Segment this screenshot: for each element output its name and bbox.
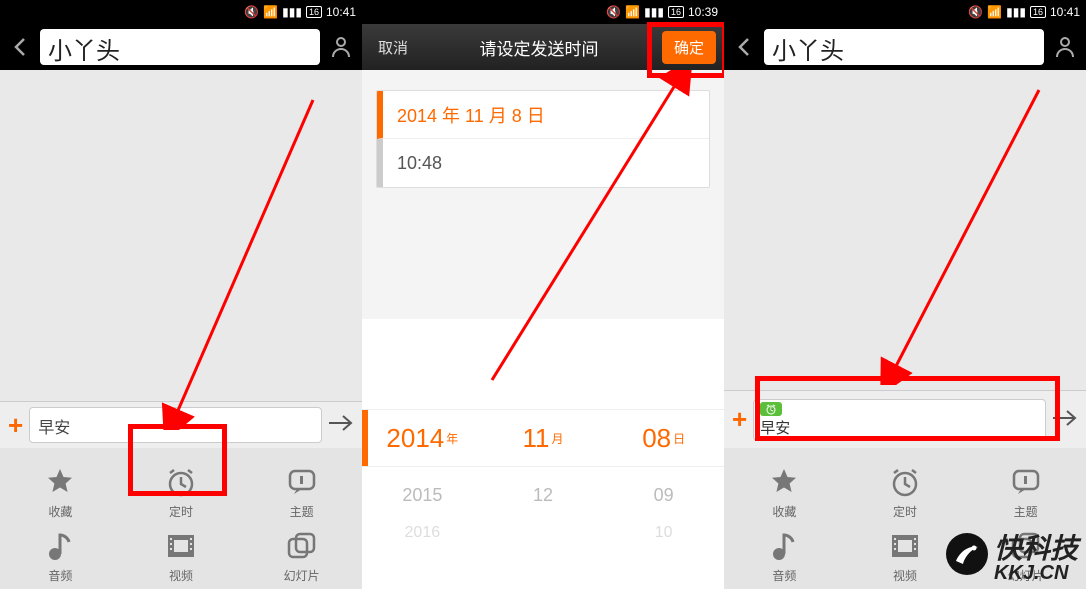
- music-note-icon: [767, 529, 801, 563]
- status-time: 10:41: [326, 5, 356, 19]
- date-wheel[interactable]: 2014年 2015 2016 11月 12 08日 09 10: [362, 319, 724, 589]
- chat-header: 小丫头: [0, 24, 362, 70]
- grid-label: 定时: [169, 503, 193, 520]
- back-button[interactable]: [730, 27, 758, 67]
- grid-label: 视频: [893, 567, 917, 584]
- grid-theme[interactable]: 主题: [965, 460, 1086, 524]
- scheduled-badge: [760, 402, 782, 416]
- wifi-icon: 📶: [625, 5, 640, 19]
- plus-icon: +: [8, 410, 23, 440]
- message-input-value: 早安: [760, 417, 1039, 438]
- chevron-left-icon: [13, 37, 27, 57]
- watermark: 快科技 KKJ.CN: [944, 531, 1078, 587]
- attach-grid: 收藏 定时 主题 音频 视频 幻灯片: [0, 448, 362, 589]
- grid-label: 收藏: [48, 503, 72, 520]
- battery-icon: 16: [306, 6, 322, 18]
- signal-icon: ▮▮▮: [644, 5, 664, 19]
- message-input-scheduled[interactable]: 早安: [753, 399, 1046, 441]
- status-time: 10:41: [1050, 5, 1080, 19]
- wheel-year-column[interactable]: 2014年 2015 2016: [362, 319, 483, 589]
- contact-info-button[interactable]: [326, 27, 356, 67]
- send-button[interactable]: [1052, 407, 1078, 433]
- grid-label: 音频: [48, 567, 72, 584]
- grid-label: 收藏: [772, 503, 796, 520]
- send-icon: [1052, 409, 1078, 427]
- signal-icon: ▮▮▮: [282, 5, 302, 19]
- selected-date-row[interactable]: 2014 年 11 月 8 日: [377, 91, 709, 139]
- person-icon: [1055, 36, 1075, 58]
- watermark-text-big: 快科技: [994, 535, 1078, 563]
- wheel-day-column[interactable]: 08日 09 10: [603, 319, 724, 589]
- star-icon: [767, 465, 801, 499]
- selected-time-row[interactable]: 10:48: [377, 139, 709, 187]
- signal-icon: ▮▮▮: [1006, 5, 1026, 19]
- film-icon: [164, 529, 198, 563]
- send-button[interactable]: [328, 412, 354, 438]
- back-button[interactable]: [6, 27, 34, 67]
- status-bar: 🔇 📶 ▮▮▮ 16 10:41: [0, 0, 362, 24]
- contact-name-field[interactable]: 小丫头: [764, 29, 1044, 65]
- contact-name-field[interactable]: 小丫头: [40, 29, 320, 65]
- grid-label: 定时: [893, 503, 917, 520]
- attach-button[interactable]: +: [732, 404, 747, 435]
- status-time: 10:39: [688, 5, 718, 19]
- grid-favorites[interactable]: 收藏: [0, 460, 121, 524]
- alarm-clock-icon: [164, 465, 198, 499]
- grid-label: 音频: [772, 567, 796, 584]
- grid-label: 幻灯片: [284, 567, 320, 584]
- attach-button[interactable]: +: [8, 410, 23, 441]
- contact-info-button[interactable]: [1050, 27, 1080, 67]
- confirm-button[interactable]: 确定: [662, 31, 716, 64]
- screen-3-chat-scheduled: 🔇 📶 ▮▮▮ 16 10:41 小丫头 + 早安: [724, 0, 1086, 589]
- mute-icon: 🔇: [606, 5, 621, 19]
- alarm-clock-icon: [888, 465, 922, 499]
- grid-favorites[interactable]: 收藏: [724, 460, 845, 524]
- grid-slides[interactable]: 幻灯片: [241, 524, 362, 588]
- chat-header: 小丫头: [724, 24, 1086, 70]
- chat-bubble-icon: [285, 465, 319, 499]
- send-icon: [328, 414, 354, 432]
- input-row: + 早安: [724, 390, 1086, 448]
- watermark-text-small: KKJ.CN: [994, 563, 1078, 583]
- screen-1-chat: 🔇 📶 ▮▮▮ 16 10:41 小丫头 + 早安 收藏: [0, 0, 362, 589]
- picker-title: 请设定发送时间: [480, 35, 599, 60]
- battery-icon: 16: [1030, 6, 1046, 18]
- mute-icon: 🔇: [968, 5, 983, 19]
- slideshow-icon: [285, 529, 319, 563]
- picker-header: 取消 请设定发送时间 确定: [362, 24, 724, 70]
- wifi-icon: 📶: [263, 5, 278, 19]
- status-bar: 🔇 📶 ▮▮▮ 16 10:39: [362, 0, 724, 24]
- plus-icon: +: [732, 404, 747, 434]
- grid-label: 主题: [290, 503, 314, 520]
- grid-theme[interactable]: 主题: [241, 460, 362, 524]
- chat-body[interactable]: [724, 70, 1086, 390]
- grid-label: 主题: [1014, 503, 1038, 520]
- watermark-logo-icon: [944, 531, 990, 587]
- grid-label: 视频: [169, 567, 193, 584]
- grid-video[interactable]: 视频: [121, 524, 242, 588]
- chat-body[interactable]: [0, 70, 362, 401]
- grid-audio[interactable]: 音频: [0, 524, 121, 588]
- music-note-icon: [43, 529, 77, 563]
- input-row: + 早安: [0, 401, 362, 448]
- battery-icon: 16: [668, 6, 684, 18]
- screen-2-datepicker: 🔇 📶 ▮▮▮ 16 10:39 取消 请设定发送时间 确定 2014 年 11…: [362, 0, 724, 589]
- grid-timer[interactable]: 定时: [121, 460, 242, 524]
- status-bar: 🔇 📶 ▮▮▮ 16 10:41: [724, 0, 1086, 24]
- message-input[interactable]: 早安: [29, 407, 322, 443]
- star-icon: [43, 465, 77, 499]
- cancel-button[interactable]: 取消: [370, 31, 416, 64]
- date-summary-card: 2014 年 11 月 8 日 10:48: [376, 90, 710, 188]
- mute-icon: 🔇: [244, 5, 259, 19]
- wheel-month-column[interactable]: 11月 12: [483, 319, 604, 589]
- grid-timer[interactable]: 定时: [845, 460, 966, 524]
- wifi-icon: 📶: [987, 5, 1002, 19]
- chat-bubble-icon: [1009, 465, 1043, 499]
- grid-audio[interactable]: 音频: [724, 524, 845, 588]
- chevron-left-icon: [737, 37, 751, 57]
- person-icon: [331, 36, 351, 58]
- film-icon: [888, 529, 922, 563]
- alarm-clock-icon: [765, 403, 777, 415]
